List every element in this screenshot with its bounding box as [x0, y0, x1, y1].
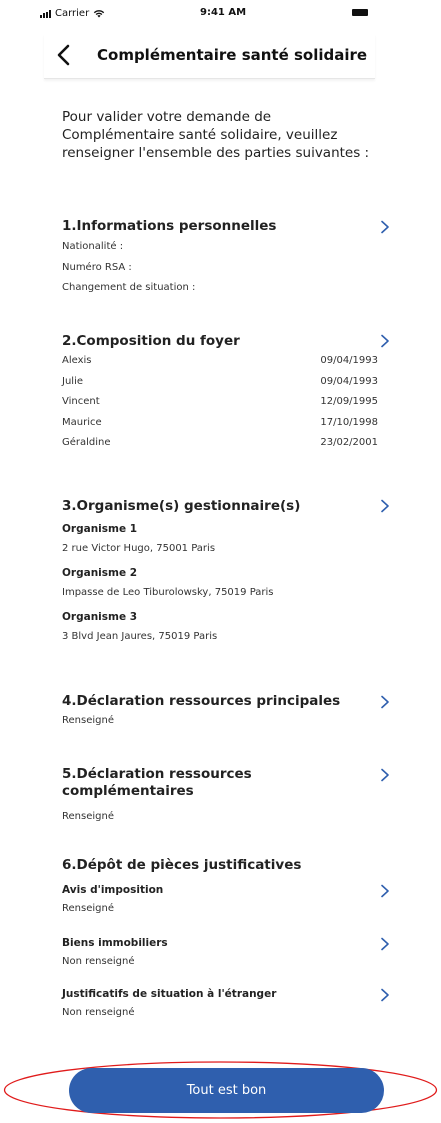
section-documents: 6.Dépôt de pièces justificatives: [62, 857, 378, 874]
member-name: Géraldine: [62, 437, 111, 448]
member-birthdate: 09/04/1993: [320, 355, 378, 366]
status-left: Carrier: [40, 8, 105, 19]
chevron-right-icon[interactable]: [380, 695, 390, 709]
status-time: 9:41 AM: [200, 7, 247, 18]
document-real-estate[interactable]: Biens immobiliers Non renseigné: [62, 937, 389, 967]
section-title: 2.Composition du foyer: [62, 333, 240, 349]
cta-area: Tout est bon: [0, 1060, 441, 1120]
field-situation-change: Changement de situation :: [62, 282, 196, 293]
section-main-resources[interactable]: 4.Déclaration ressources principales Ren…: [62, 693, 389, 726]
document-status: Non renseigné: [62, 1007, 135, 1018]
carrier-name: Carrier: [55, 8, 90, 19]
member-birthdate: 09/04/1993: [320, 375, 378, 387]
document-tax-notice[interactable]: Avis d'imposition Renseigné: [62, 884, 389, 914]
section-title: 5.Déclaration ressources complémentaires: [62, 766, 252, 799]
member-name: Vincent: [62, 396, 100, 407]
section-household[interactable]: 2.Composition du foyer Alexis 09/04/1993 …: [62, 333, 389, 454]
household-member: Alexis 09/04/1993: [62, 351, 378, 372]
document-status: Non renseigné: [62, 956, 135, 967]
section-extra-resources[interactable]: 5.Déclaration ressources complémentaires…: [62, 766, 389, 822]
page-title: Complémentaire santé solidaire: [97, 46, 368, 64]
household-member: Vincent 12/09/1995: [62, 392, 378, 413]
submit-button[interactable]: Tout est bon: [69, 1068, 384, 1113]
wifi-icon: [94, 10, 105, 18]
document-label: Biens immobiliers: [62, 937, 168, 949]
section-status: Renseigné: [62, 715, 114, 726]
status-bar: Carrier 9:41 AM: [0, 0, 441, 28]
section-title: 6.Dépôt de pièces justificatives: [62, 857, 302, 873]
chevron-right-icon[interactable]: [380, 884, 390, 898]
intro-text: Pour valider votre demande de Complément…: [62, 109, 370, 161]
chevron-right-icon[interactable]: [380, 768, 390, 782]
organism-label: Organisme 2: [62, 567, 138, 579]
document-label: Justificatifs de situation à l'étranger: [62, 988, 277, 1000]
member-birthdate: 23/02/2001: [320, 437, 378, 448]
chevron-right-icon[interactable]: [380, 334, 390, 348]
chevron-right-icon[interactable]: [380, 988, 390, 1002]
organism-address: 3 Blvd Jean Jaures, 75019 Paris: [62, 631, 218, 642]
organism-label: Organisme 3: [62, 611, 138, 623]
member-birthdate: 17/10/1998: [320, 416, 378, 428]
household-member: Julie 09/04/1993: [62, 372, 378, 393]
nav-bar: Complémentaire santé solidaire: [44, 34, 375, 79]
section-title: 3.Organisme(s) gestionnaire(s): [62, 498, 301, 514]
section-organisms[interactable]: 3.Organisme(s) gestionnaire(s) Organisme…: [62, 498, 389, 647]
member-birthdate: 12/09/1995: [320, 396, 378, 407]
member-name: Julie: [62, 375, 83, 387]
battery-icon: [352, 9, 368, 16]
member-name: Maurice: [62, 416, 102, 428]
household-member: Maurice 17/10/1998: [62, 413, 378, 434]
section-status: Renseigné: [62, 811, 114, 822]
chevron-left-icon[interactable]: [54, 43, 74, 67]
section-title: 4.Déclaration ressources principales: [62, 693, 341, 709]
organism-label: Organisme 1: [62, 523, 138, 535]
section-personal-info[interactable]: 1.Informations personnelles Nationalité …: [62, 218, 389, 299]
chevron-right-icon[interactable]: [380, 937, 390, 951]
household-member: Géraldine 23/02/2001: [62, 433, 378, 454]
document-status: Renseigné: [62, 903, 114, 914]
field-nationality: Nationalité :: [62, 241, 124, 252]
document-label: Avis d'imposition: [62, 884, 164, 896]
member-name: Alexis: [62, 355, 92, 366]
section-title: 1.Informations personnelles: [62, 218, 277, 234]
field-rsa-number: Numéro RSA :: [62, 261, 132, 273]
chevron-right-icon[interactable]: [380, 499, 390, 513]
document-foreign-situation[interactable]: Justificatifs de situation à l'étranger …: [62, 988, 389, 1018]
chevron-right-icon[interactable]: [380, 220, 390, 234]
signal-icon: [40, 9, 51, 18]
